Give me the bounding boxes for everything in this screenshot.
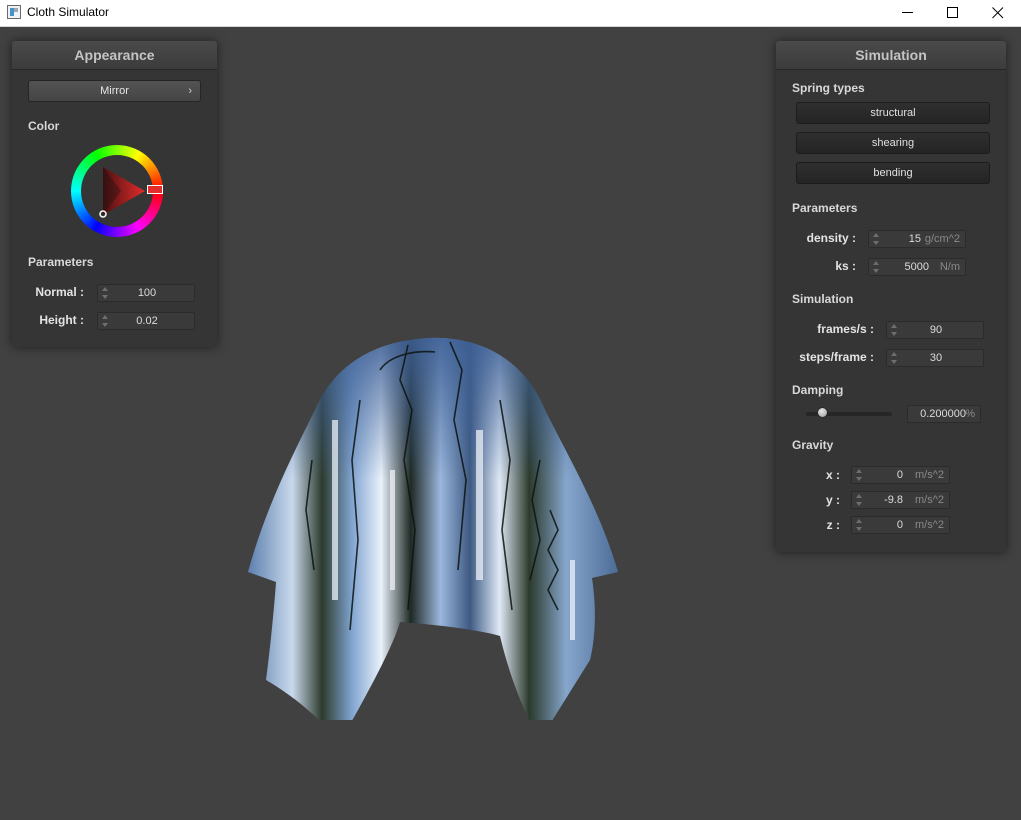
maximize-icon [947,7,958,18]
color-section-title: Color [28,119,60,133]
damping-title: Damping [792,383,844,397]
spinner-icon[interactable] [856,519,862,531]
gravity-x-label: x : [825,468,840,482]
spinner-icon[interactable] [856,494,862,506]
sim-params-title: Parameters [792,201,858,215]
steps-label: steps/frame : [799,350,874,364]
gravity-y-label: y : [825,493,840,507]
appearance-panel-title: Appearance [12,41,217,70]
density-label: density : [806,231,856,245]
sim-section-title: Simulation [792,292,854,306]
title-bar: Cloth Simulator [0,0,1021,27]
simulation-panel-title: Simulation [776,41,1006,70]
appearance-params-title: Parameters [28,255,94,269]
shader-dropdown[interactable]: Mirror › [28,80,201,102]
spring-types-title: Spring types [792,81,865,95]
ks-label: ks : [835,259,856,273]
chevron-right-icon: › [188,85,192,97]
normal-label: Normal : [35,285,84,299]
gravity-z-input[interactable]: 0 m/s^2 [851,516,950,534]
ks-input[interactable]: 5000 N/m [868,258,966,276]
gravity-y-input[interactable]: -9.8 m/s^2 [851,491,950,509]
maximize-button[interactable] [930,0,976,26]
close-icon [992,7,1004,19]
fps-input[interactable]: 90 [886,321,984,339]
cloth-mesh [248,337,618,720]
height-input[interactable]: 0.02 [97,312,195,330]
minimize-icon [902,12,913,13]
spinner-icon[interactable] [873,261,879,273]
gravity-x-input[interactable]: 0 m/s^2 [851,466,950,484]
simulation-panel: Simulation Spring types structural shear… [776,41,1006,552]
gravity-title: Gravity [792,438,834,452]
normal-input[interactable]: 100 [97,284,195,302]
fps-label: frames/s : [817,322,874,336]
close-button[interactable] [975,0,1021,26]
appearance-panel: Appearance Mirror › Color Parameters Nor… [12,41,217,347]
spinner-icon[interactable] [856,469,862,481]
app-icon [7,5,21,19]
window-title: Cloth Simulator [27,5,110,19]
shader-dropdown-label: Mirror [100,85,129,97]
damping-slider-knob[interactable] [817,407,828,418]
density-input[interactable]: 15 g/cm^2 [868,230,966,248]
structural-button[interactable]: structural [796,102,990,124]
height-label: Height : [39,313,84,327]
spinner-icon[interactable] [873,233,879,245]
hue-marker[interactable] [147,185,163,194]
minimize-button[interactable] [885,0,931,26]
shearing-button[interactable]: shearing [796,132,990,154]
steps-input[interactable]: 30 [886,349,984,367]
bending-button[interactable]: bending [796,162,990,184]
damping-input[interactable]: 0.200000 % [907,405,981,423]
color-wheel[interactable] [71,145,163,237]
gravity-z-label: z : [826,518,840,532]
